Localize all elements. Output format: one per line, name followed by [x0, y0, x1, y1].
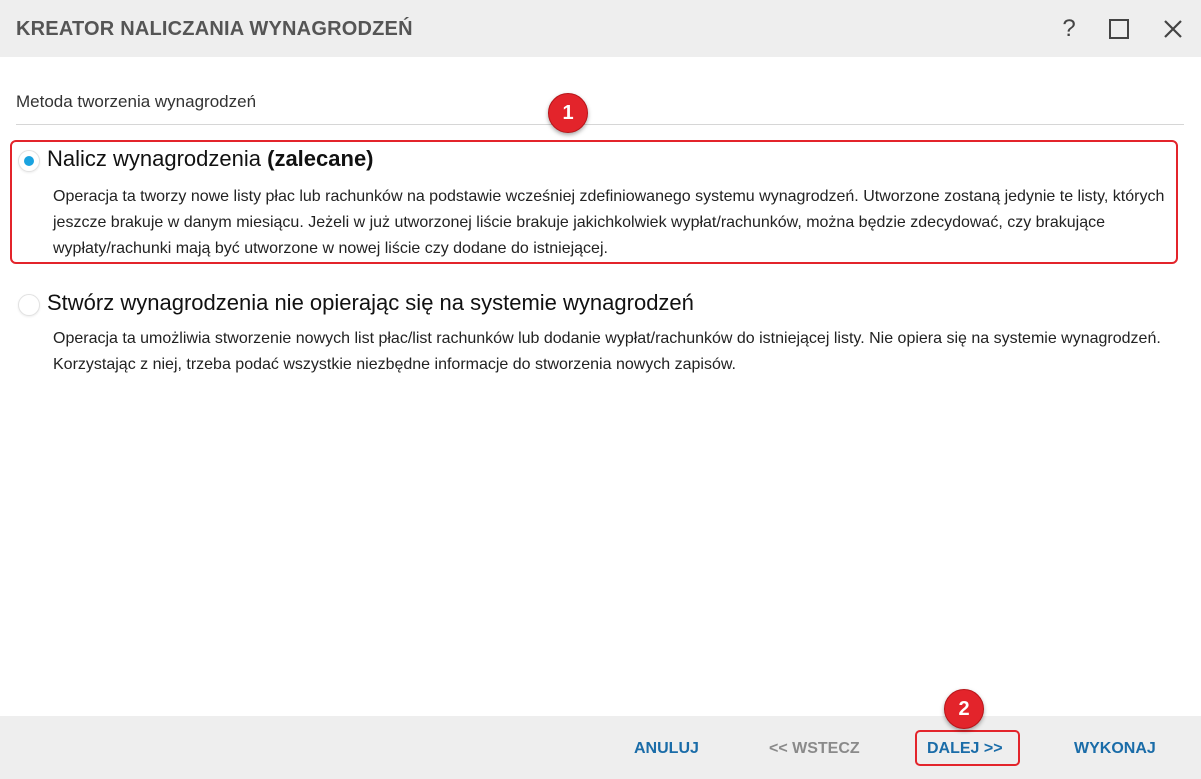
option-2-title: Stwórz wynagrodzenia nie opierając się n… — [47, 290, 694, 315]
option-calculate-salaries[interactable]: Nalicz wynagrodzenia (zalecane) Operacja… — [10, 140, 1180, 264]
annotation-badge-2: 2 — [944, 689, 984, 729]
section-divider — [16, 124, 1184, 125]
option-1-title: Nalicz wynagrodzenia (zalecane) — [47, 146, 374, 172]
maximize-button[interactable] — [1102, 12, 1136, 46]
option-2-description: Operacja ta umożliwia stworzenie nowych … — [53, 330, 1161, 373]
close-button[interactable] — [1156, 12, 1190, 46]
option-1-title-text: Nalicz wynagrodzenia — [47, 146, 261, 171]
finish-button[interactable]: WYKONAJ — [1074, 740, 1156, 758]
radio-create-without-system[interactable] — [18, 294, 40, 316]
help-button[interactable]: ? — [1052, 12, 1086, 46]
radio-calculate-salaries[interactable] — [18, 150, 40, 172]
title-bar: KREATOR NALICZANIA WYNAGRODZEŃ ? — [0, 0, 1201, 57]
window-title: KREATOR NALICZANIA WYNAGRODZEŃ — [16, 18, 413, 40]
maximize-icon — [1109, 19, 1129, 39]
annotation-badge-1: 1 — [548, 93, 588, 133]
option-create-without-system[interactable]: Stwórz wynagrodzenia nie opierając się n… — [10, 284, 1180, 384]
help-icon: ? — [1062, 15, 1076, 42]
cancel-button[interactable]: ANULUJ — [634, 740, 699, 758]
footer-bar: ANULUJ << WSTECZ DALEJ >> WYKONAJ — [0, 716, 1201, 779]
option-1-recommended: (zalecane) — [267, 146, 374, 171]
close-icon — [1164, 20, 1182, 38]
section-label: Metoda tworzenia wynagrodzeń — [16, 92, 257, 111]
back-button[interactable]: << WSTECZ — [769, 740, 860, 758]
next-button[interactable]: DALEJ >> — [927, 740, 1003, 758]
option-1-description: Operacja ta tworzy nowe listy płac lub r… — [53, 188, 1165, 257]
